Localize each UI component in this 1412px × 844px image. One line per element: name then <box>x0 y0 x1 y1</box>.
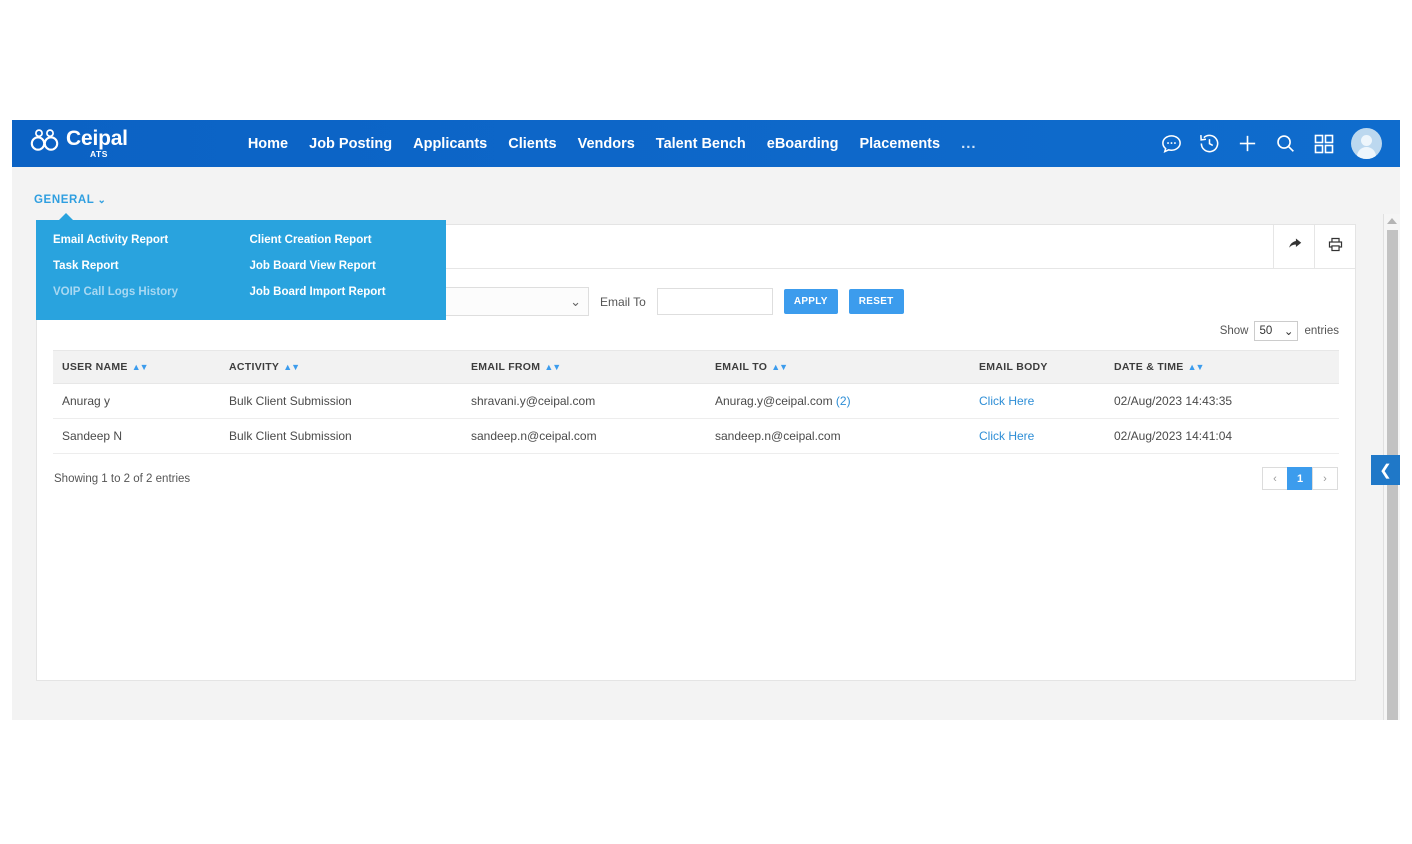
app-window: Ceipal ATS Home Job Posting Applicants C… <box>12 120 1400 720</box>
pagination-page-1[interactable]: 1 <box>1287 467 1313 490</box>
dropdown-caret <box>58 213 74 221</box>
caret-up-icon[interactable] <box>1387 218 1397 224</box>
table-body: Anurag y Bulk Client Submission shravani… <box>53 384 1339 454</box>
nav-item-more[interactable]: ... <box>961 135 977 152</box>
nav-item-job-posting[interactable]: Job Posting <box>309 136 392 152</box>
share-arrow-icon <box>1286 236 1303 258</box>
apps-grid-icon[interactable] <box>1312 132 1336 156</box>
nav-item-clients[interactable]: Clients <box>508 136 556 152</box>
chevron-down-icon: ⌄ <box>570 294 581 310</box>
show-entries-suffix: entries <box>1304 325 1339 337</box>
general-menu-toggle[interactable]: GENERAL⌄ <box>34 194 106 206</box>
email-body-link[interactable]: Click Here <box>979 394 1034 408</box>
chat-icon[interactable] <box>1160 132 1183 155</box>
cell-activity: Bulk Client Submission <box>220 419 462 454</box>
brand-logo-block[interactable]: Ceipal ATS <box>30 128 128 159</box>
chevron-down-icon: ⌄ <box>1284 324 1294 338</box>
email-to-count: (2) <box>836 394 851 408</box>
column-email-from[interactable]: EMAIL FROM ▲▼ <box>462 351 706 384</box>
cell-email-body: Click Here <box>970 384 1105 419</box>
pagination-next[interactable]: › <box>1312 467 1338 490</box>
cell-email-from: shravani.y@ceipal.com <box>462 384 706 419</box>
sort-icon: ▲▼ <box>283 362 299 372</box>
entries-per-page-value: 50 <box>1259 325 1272 337</box>
table-row: Anurag y Bulk Client Submission shravani… <box>53 384 1339 419</box>
table-footer: Showing 1 to 2 of 2 entries ‹ 1 › <box>37 454 1355 490</box>
menu-item-job-board-view-report[interactable]: Job Board View Report <box>250 260 447 272</box>
cell-user-name: Anurag y <box>53 384 220 419</box>
entries-per-page-select[interactable]: 50 ⌄ <box>1254 321 1298 341</box>
pagination: ‹ 1 › <box>1263 467 1338 490</box>
page-body: GENERAL⌄ <box>12 167 1400 720</box>
column-email-body: EMAIL BODY <box>970 351 1105 384</box>
top-navbar: Ceipal ATS Home Job Posting Applicants C… <box>12 120 1400 167</box>
brand-subtitle: ATS <box>90 150 108 159</box>
brand-name: Ceipal <box>66 128 128 149</box>
table-header-row: USER NAME ▲▼ ACTIVITY ▲▼ EMAIL FROM ▲▼ EMAI… <box>53 351 1339 384</box>
column-label: EMAIL BODY <box>979 361 1048 373</box>
cell-user-name: Sandeep N <box>53 419 220 454</box>
chevron-left-icon: ❮ <box>1379 461 1392 479</box>
cell-email-from: sandeep.n@ceipal.com <box>462 419 706 454</box>
nav-item-home[interactable]: Home <box>248 136 288 152</box>
column-label: USER NAME <box>62 361 128 373</box>
table-row: Sandeep N Bulk Client Submission sandeep… <box>53 419 1339 454</box>
column-label: EMAIL TO <box>715 361 767 373</box>
nav-item-talent-bench[interactable]: Talent Bench <box>656 136 746 152</box>
panel-collapse-toggle[interactable]: ❮ <box>1371 455 1400 485</box>
sort-icon: ▲▼ <box>771 362 787 372</box>
column-user-name[interactable]: USER NAME ▲▼ <box>53 351 220 384</box>
ceipal-people-logo-icon <box>30 129 60 149</box>
email-to-label: Email To <box>600 295 646 309</box>
sort-icon: ▲▼ <box>1188 362 1204 372</box>
cell-email-to: sandeep.n@ceipal.com <box>706 419 970 454</box>
column-date-time[interactable]: DATE & TIME ▲▼ <box>1105 351 1339 384</box>
sort-icon: ▲▼ <box>132 362 148 372</box>
cell-date-time: 02/Aug/2023 14:43:35 <box>1105 384 1339 419</box>
column-label: EMAIL FROM <box>471 361 540 373</box>
cell-activity: Bulk Client Submission <box>220 384 462 419</box>
email-body-link[interactable]: Click Here <box>979 429 1034 443</box>
apply-button[interactable]: APPLY <box>784 289 838 314</box>
menu-item-email-activity-report[interactable]: Email Activity Report <box>53 234 250 246</box>
print-button[interactable] <box>1314 225 1355 268</box>
sort-icon: ▲▼ <box>544 362 560 372</box>
general-dropdown-menu: Email Activity Report Client Creation Re… <box>36 220 446 320</box>
column-label: ACTIVITY <box>229 361 279 373</box>
email-activity-table: USER NAME ▲▼ ACTIVITY ▲▼ EMAIL FROM ▲▼ EMAI… <box>53 350 1339 454</box>
column-email-to[interactable]: EMAIL TO ▲▼ <box>706 351 970 384</box>
menu-item-voip-call-logs-history: VOIP Call Logs History <box>53 286 250 298</box>
chevron-down-icon: ⌄ <box>97 195 106 206</box>
avatar[interactable] <box>1351 128 1382 159</box>
history-icon[interactable] <box>1198 132 1221 155</box>
nav-item-eboarding[interactable]: eBoarding <box>767 136 839 152</box>
email-to-value: Anurag.y@ceipal.com <box>715 394 833 408</box>
nav-links: Home Job Posting Applicants Clients Vend… <box>248 135 977 152</box>
cell-email-body: Click Here <box>970 419 1105 454</box>
nav-item-applicants[interactable]: Applicants <box>413 136 487 152</box>
general-menu-label: GENERAL <box>34 194 94 206</box>
share-button[interactable] <box>1273 225 1314 268</box>
nav-item-vendors[interactable]: Vendors <box>578 136 635 152</box>
nav-icon-group <box>1160 128 1400 159</box>
cell-email-to: Anurag.y@ceipal.com (2) <box>706 384 970 419</box>
column-activity[interactable]: ACTIVITY ▲▼ <box>220 351 462 384</box>
plus-icon[interactable] <box>1236 132 1259 155</box>
email-to-input[interactable] <box>657 288 773 315</box>
show-entries-prefix: Show <box>1220 325 1249 337</box>
cell-date-time: 02/Aug/2023 14:41:04 <box>1105 419 1339 454</box>
email-to-value: sandeep.n@ceipal.com <box>715 429 841 443</box>
menu-item-task-report[interactable]: Task Report <box>53 260 250 272</box>
nav-item-placements[interactable]: Placements <box>859 136 940 152</box>
pagination-prev[interactable]: ‹ <box>1262 467 1288 490</box>
table-header: USER NAME ▲▼ ACTIVITY ▲▼ EMAIL FROM ▲▼ EMAI… <box>53 351 1339 384</box>
show-entries-row: Show 50 ⌄ entries <box>37 321 1355 341</box>
menu-item-client-creation-report[interactable]: Client Creation Report <box>250 234 447 246</box>
showing-entries-text: Showing 1 to 2 of 2 entries <box>54 473 190 485</box>
reset-button[interactable]: RESET <box>849 289 904 314</box>
column-label: DATE & TIME <box>1114 361 1184 373</box>
menu-item-job-board-import-report[interactable]: Job Board Import Report <box>250 286 447 298</box>
search-icon[interactable] <box>1274 132 1297 155</box>
printer-icon <box>1327 236 1344 258</box>
